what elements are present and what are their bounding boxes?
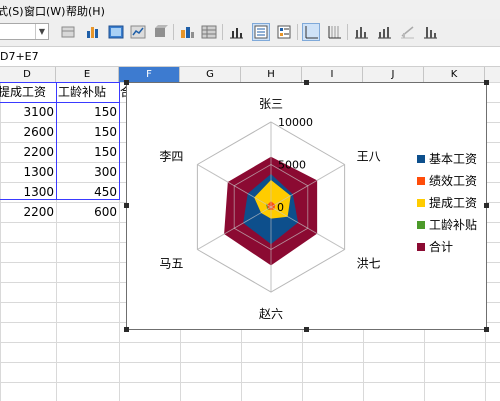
legend-swatch [417,177,425,185]
x-axis-grid-icon[interactable] [227,23,245,41]
legend-swatch [417,199,425,207]
legend-label: 提成工资 [429,195,477,210]
resize-handle-right[interactable] [484,203,489,208]
legend-swatch [417,243,425,251]
column-header-e[interactable]: E [56,67,119,82]
legend-icon[interactable] [275,23,293,41]
bar-chart-icon[interactable] [84,23,102,41]
radar-chart-svg: 10000 5000 0 张三王八洪七赵六 马五 李四 基本工资绩效工资提成工资工龄补贴合计 [159,97,477,321]
chart-type-icon[interactable] [178,23,196,41]
resize-handle-bottom-right[interactable] [484,327,489,332]
resize-handle-top-left[interactable] [124,80,129,85]
legend-label: 工龄补贴 [429,218,477,232]
formula-text: D7+E7 [0,50,39,63]
chart-area-icon[interactable] [129,23,147,41]
menu-bar: 式(S) 窗口(W) 帮助(H) [0,0,500,19]
legend-label: 绩效工资 [429,173,477,188]
column-headers: D E F G H I J K [0,67,500,83]
resize-handle-top[interactable] [304,80,309,85]
legend-swatch [417,221,425,229]
axis-tick-label: 10000 [278,116,313,129]
axis-tick-label: 5000 [278,159,306,172]
cell-commission[interactable]: 2200 [0,202,56,222]
category-label: 李四 [159,149,183,164]
trend-icon[interactable] [398,23,416,41]
category-label: 王八 [357,150,381,164]
resize-handle-left[interactable] [124,203,129,208]
resize-handle-top-right[interactable] [484,80,489,85]
column-chart-icon[interactable] [421,23,439,41]
chart-toolbar: ▼ [0,19,500,47]
column-header-d[interactable]: D [0,67,56,82]
table-icon[interactable] [59,23,77,41]
chart-element-selector[interactable]: ▼ [0,23,49,40]
legend-label: 基本工资 [429,152,477,166]
vertical-grid-icon[interactable] [325,23,343,41]
column-header-h[interactable]: H [241,67,302,82]
legend-swatch [417,155,425,163]
category-label: 赵六 [259,307,283,321]
horizontal-grid-icon[interactable] [302,23,320,41]
formula-bar[interactable]: D7+E7 [0,47,500,67]
bar-chart-alt-icon[interactable] [375,23,393,41]
category-label: 洪七 [357,257,381,271]
resize-handle-bottom[interactable] [304,327,309,332]
3d-view-icon[interactable] [151,23,169,41]
cell-seniority[interactable]: 600 [56,202,119,222]
menu-window[interactable]: 窗口(W) [24,3,65,19]
column-header-k[interactable]: K [424,67,485,82]
chevron-down-icon[interactable]: ▼ [35,24,48,39]
legend-on-off-icon[interactable] [252,23,270,41]
category-label: 马五 [159,257,183,271]
chart-wall-icon[interactable] [107,23,125,41]
column-header-j[interactable]: J [363,67,424,82]
menu-format[interactable]: 式(S) [0,3,24,19]
category-label: 张三 [259,97,283,111]
data-table-icon[interactable] [200,23,218,41]
data-range-highlight [0,82,120,200]
column-header-g[interactable]: G [180,67,241,82]
column-header-i[interactable]: I [302,67,363,82]
radar-chart[interactable]: 10000 5000 0 张三王八洪七赵六 马五 李四 基本工资绩效工资提成工资工龄补贴合计 [126,82,487,330]
legend-label: 合计 [429,239,453,254]
bar-chart-small-icon[interactable] [352,23,370,41]
menu-help[interactable]: 帮助(H) [66,3,105,19]
resize-handle-bottom-left[interactable] [124,327,129,332]
axis-tick-label: 0 [277,201,284,214]
